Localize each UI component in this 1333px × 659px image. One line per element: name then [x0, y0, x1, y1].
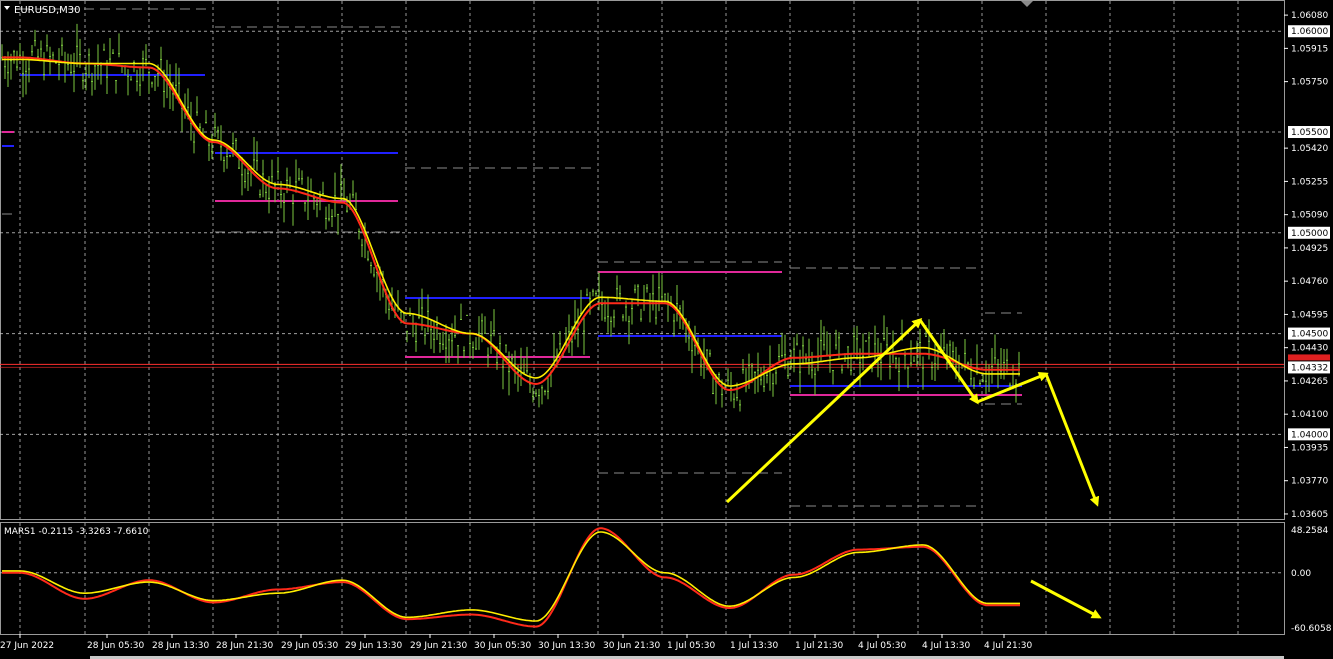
time-tick-label: 28 Jun 21:30	[216, 641, 273, 651]
time-tick-label: 30 Jun 05:30	[474, 641, 531, 651]
indicator-tick-label: 0.00	[1291, 569, 1311, 579]
ma-fast-line	[2, 56, 1020, 392]
price-tick-label: 1.05915	[1291, 44, 1328, 54]
trend-arrow[interactable]	[918, 319, 979, 405]
indicator-fast-line	[2, 527, 1020, 628]
time-tick-label: 1 Jul 21:30	[795, 641, 844, 651]
price-tick-label: 1.04760	[1291, 277, 1328, 287]
time-tick-label: 28 Jun 13:30	[152, 641, 209, 651]
time-tick-label: 30 Jun 13:30	[538, 641, 595, 651]
price-tick-label: 1.05255	[1291, 177, 1328, 187]
symbol-dropdown-icon[interactable]	[4, 6, 10, 10]
price-axis: 1.06080 1.05915 1.05750 1.05420 1.05255 1.050…	[1284, 11, 1330, 520]
time-tick-label: 29 Jun 21:30	[410, 641, 467, 651]
indicator-tick-label: 48.2584	[1291, 526, 1328, 536]
price-tick-label: 1.05750	[1291, 78, 1328, 88]
price-level-label: 1.05000	[1291, 229, 1328, 239]
indicator-axis: 48.2584 0.00 -60.6058	[1291, 526, 1332, 634]
time-tick-label: 28 Jun 05:30	[87, 641, 144, 651]
time-tick-label: 29 Jun 13:30	[345, 641, 402, 651]
indicator-tick-label: -60.6058	[1291, 624, 1332, 634]
chart-canvas[interactable]: 1.06080 1.05915 1.05750 1.05420 1.05255 1.050…	[0, 0, 1333, 659]
time-tick-label: 1 Jul 05:30	[667, 641, 716, 651]
ask-price-marker	[1288, 354, 1330, 361]
chart-shift-marker-icon[interactable]	[1021, 1, 1033, 7]
price-tick-label: 1.04265	[1291, 377, 1328, 387]
price-level-label: 1.05500	[1291, 128, 1328, 138]
price-tick-label: 1.03770	[1291, 477, 1328, 487]
indicator-slow-line	[2, 531, 1020, 622]
time-tick-label: 30 Jun 21:30	[603, 641, 660, 651]
trend-arrow[interactable]	[976, 371, 1049, 404]
price-tick-label: 1.05090	[1291, 211, 1328, 221]
current-price-label: 1.04332	[1291, 363, 1328, 373]
ma-slow-line	[2, 58, 1020, 387]
price-level-label: 1.04500	[1291, 330, 1328, 340]
trend-arrow[interactable]	[1030, 579, 1102, 619]
trading-chart-window: 1.06080 1.05915 1.05750 1.05420 1.05255 1.050…	[0, 0, 1333, 659]
time-tick-label: 4 Jul 21:30	[984, 641, 1033, 651]
price-tick-label: 1.04430	[1291, 344, 1328, 354]
moving-averages	[2, 56, 1020, 392]
indicator-lines	[2, 527, 1020, 628]
time-tick-label: 1 Jul 13:30	[730, 641, 779, 651]
price-tick-label: 1.05420	[1291, 144, 1328, 154]
time-axis: 27 Jun 2022 28 Jun 05:30 28 Jun 13:30 28 Ju…	[0, 634, 1284, 659]
price-tick-label: 1.04100	[1291, 410, 1328, 420]
price-tick-label: 1.03605	[1291, 510, 1328, 520]
price-tick-label: 1.03935	[1291, 443, 1328, 453]
price-tick-label: 1.04925	[1291, 244, 1328, 254]
time-tick-label: 4 Jul 13:30	[922, 641, 971, 651]
grid-lines	[0, 1, 1284, 634]
price-level-label: 1.04000	[1291, 430, 1328, 440]
time-tick-label: 29 Jun 05:30	[281, 641, 338, 651]
indicator-label: MARS1 -0.2115 -3.3263 -7.6610	[4, 527, 149, 537]
trend-arrow[interactable]	[1044, 373, 1100, 507]
time-tick-label: 27 Jun 2022	[0, 641, 54, 651]
price-level-label: 1.06000	[1291, 27, 1328, 37]
price-tick-label: 1.06080	[1291, 11, 1328, 21]
symbol-label: EURUSD,M30	[14, 5, 80, 16]
price-tick-label: 1.04595	[1291, 310, 1328, 320]
time-tick-label: 4 Jul 05:30	[858, 641, 907, 651]
indicator-panel-border	[0, 522, 1285, 635]
main-panel-border	[0, 0, 1285, 520]
